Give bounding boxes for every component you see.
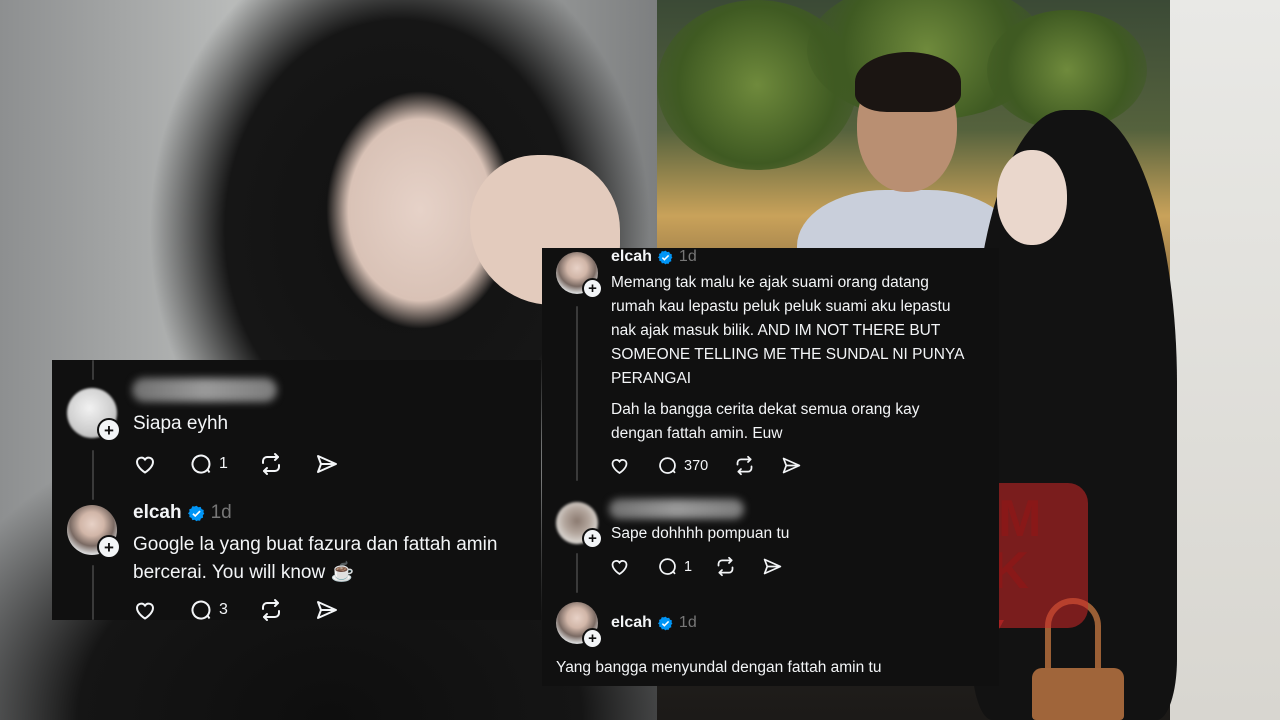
thread-line	[576, 553, 578, 593]
person-shape	[855, 52, 961, 112]
repost-icon	[717, 556, 734, 577]
post-line: PERANGAI	[611, 370, 692, 387]
avatar[interactable]: +	[67, 388, 121, 442]
repost-button[interactable]	[734, 455, 781, 476]
plus-icon[interactable]: +	[582, 278, 603, 299]
reply-count: 370	[684, 457, 709, 474]
action-bar: 1	[609, 556, 783, 577]
action-bar: 370	[609, 455, 802, 476]
comment-text: Google la yang buat fazura dan fattah am…	[133, 531, 497, 587]
avatar[interactable]: +	[556, 602, 603, 649]
post-line: SOMEONE TELLING ME THE SUNDAL NI PUNYA	[611, 346, 965, 363]
avatar[interactable]: +	[556, 502, 603, 549]
like-button[interactable]	[133, 452, 189, 476]
share-button[interactable]	[762, 556, 783, 577]
reply-count: 1	[219, 455, 228, 472]
comment-line: bercerai. You will know ☕	[133, 562, 355, 583]
reply-button[interactable]: 3	[189, 598, 259, 622]
reply-button[interactable]: 370	[657, 455, 734, 476]
heart-icon	[135, 602, 155, 620]
share-button[interactable]	[315, 452, 339, 476]
thread-line	[92, 565, 94, 620]
reply-button[interactable]: 1	[657, 556, 715, 577]
person-shape	[997, 150, 1067, 245]
comment-text: Siapa eyhh	[133, 413, 229, 434]
verified-icon	[187, 505, 205, 522]
repost-button[interactable]	[259, 598, 315, 622]
like-button[interactable]	[133, 598, 189, 622]
heart-icon	[135, 456, 155, 474]
reply-text: Yang bangga menyundal dengan fattah amin…	[556, 659, 882, 676]
action-bar: 3	[133, 598, 339, 622]
comment-card-left: + Siapa eyhh 1 + elcah 1d Google la yang…	[52, 360, 541, 622]
reply-text: Sape dohhhh pompuan tu	[611, 525, 790, 542]
share-button[interactable]	[315, 598, 339, 622]
plus-icon[interactable]: +	[582, 628, 603, 649]
repost-icon	[262, 453, 280, 475]
reply-count: 3	[219, 601, 228, 618]
comment-icon	[191, 600, 211, 620]
share-icon	[763, 558, 782, 575]
like-button[interactable]	[609, 455, 657, 476]
comment-icon	[191, 454, 211, 474]
action-bar: 1	[133, 452, 339, 476]
timestamp: 1d	[678, 248, 697, 265]
blurred-username	[132, 378, 277, 402]
post-line: dengan fattah amin. Euw	[611, 425, 783, 442]
like-button[interactable]	[609, 556, 657, 577]
blurred-username	[609, 499, 744, 519]
post-line: Memang tak malu ke ajak suami orang data…	[611, 274, 929, 291]
avatar[interactable]: +	[556, 252, 603, 299]
comment-card-right: + elcah 1d Memang tak malu ke ajak suami…	[542, 248, 999, 686]
repost-icon	[262, 599, 280, 621]
avatar[interactable]: +	[67, 505, 121, 559]
username-text[interactable]: elcah	[611, 248, 652, 266]
post-text: Memang tak malu ke ajak suami orang data…	[611, 271, 964, 391]
reply-count: 1	[684, 558, 693, 575]
repost-button[interactable]	[715, 556, 762, 577]
wall-shape	[1170, 0, 1280, 720]
comment-icon	[659, 558, 676, 575]
verified-icon	[657, 616, 673, 631]
heart-icon	[611, 560, 628, 575]
share-icon	[317, 601, 337, 619]
reply-button[interactable]: 1	[189, 452, 259, 476]
share-icon	[317, 455, 337, 473]
post-line: Dah la bangga cerita dekat semua orang k…	[611, 401, 920, 418]
share-icon	[782, 457, 801, 474]
comment-username[interactable]: elcah 1d	[133, 502, 232, 524]
plus-icon[interactable]: +	[97, 535, 121, 559]
post-username[interactable]: elcah 1d	[611, 248, 697, 266]
post-text: Dah la bangga cerita dekat semua orang k…	[611, 398, 919, 446]
plus-icon[interactable]: +	[582, 528, 603, 549]
heart-icon	[611, 459, 628, 474]
timestamp: 1d	[678, 614, 697, 631]
thread-line	[576, 306, 578, 481]
username-text[interactable]: elcah	[611, 614, 652, 632]
post-line: nak ajak masuk bilik. AND IM NOT THERE B…	[611, 322, 941, 339]
repost-icon	[736, 455, 753, 476]
post-line: rumah kau lepastu peluk peluk suami aku …	[611, 298, 951, 315]
timestamp: 1d	[210, 502, 232, 523]
username-text[interactable]: elcah	[133, 502, 182, 524]
verified-icon	[657, 250, 673, 265]
reply-username[interactable]: elcah 1d	[611, 614, 697, 632]
comment-icon	[659, 457, 676, 474]
comment-line: Google la yang buat fazura dan fattah am…	[133, 534, 498, 555]
handbag-shape	[1032, 668, 1124, 720]
share-button[interactable]	[781, 455, 802, 476]
thread-line	[92, 360, 94, 380]
repost-button[interactable]	[259, 452, 315, 476]
thread-line	[92, 450, 94, 500]
plus-icon[interactable]: +	[97, 418, 121, 442]
